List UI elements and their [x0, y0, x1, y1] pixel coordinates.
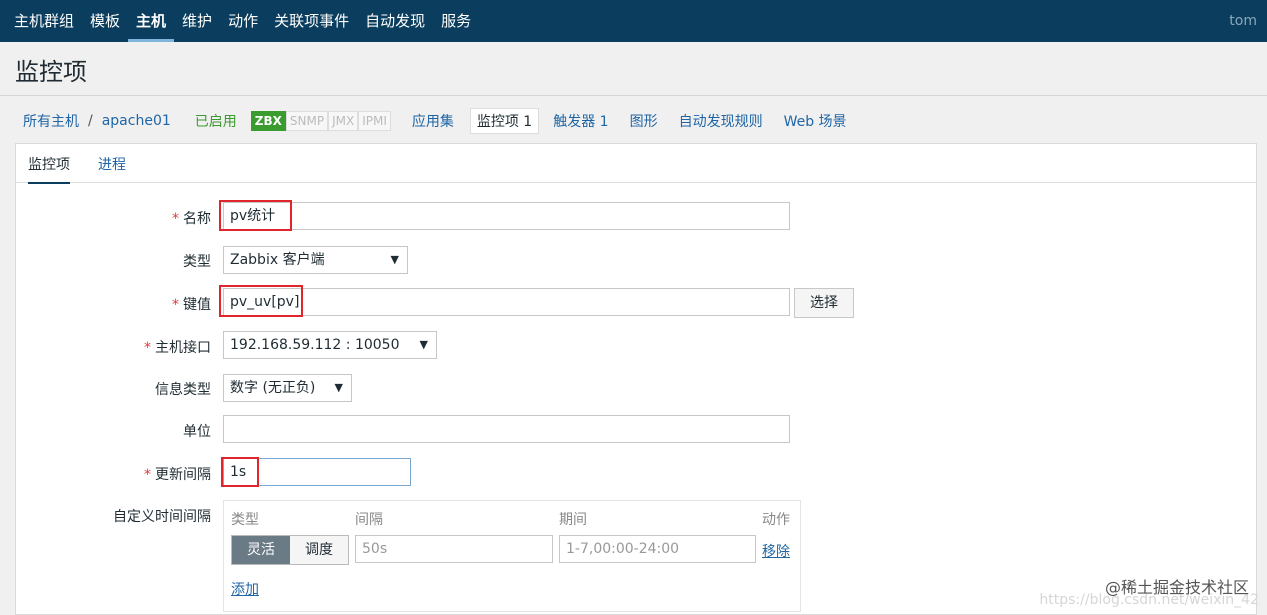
header-interval: 间隔 [355, 512, 383, 528]
highlight-box [221, 457, 259, 487]
interval-label: * 更新间隔 [144, 467, 211, 483]
dropdown-arrow-icon: ▼ [390, 253, 399, 266]
info-type-label: 信息类型 [155, 382, 211, 398]
tab-item[interactable]: 监控项 [28, 154, 70, 184]
add-link[interactable]: 添加 [231, 579, 259, 599]
select-key-button[interactable]: 选择 [794, 288, 854, 318]
key-input[interactable]: pv_uv[pv] [223, 288, 790, 316]
custom-interval-input[interactable]: 50s [355, 535, 553, 563]
custom-intervals-label: 自定义时间间隔 [113, 509, 211, 525]
link-graphs[interactable]: 图形 [630, 111, 658, 131]
highlight-box [219, 200, 292, 231]
link-applications[interactable]: 应用集 [412, 111, 454, 131]
form-tabs: 监控项 进程 [16, 144, 1256, 184]
tab-preprocessing[interactable]: 进程 [98, 154, 126, 174]
scheduling-option[interactable]: 调度 [290, 536, 348, 564]
nav-actions[interactable]: 动作 [220, 0, 266, 42]
link-discovery-rules[interactable]: 自动发现规则 [679, 111, 763, 131]
dropdown-arrow-icon: ▼ [419, 338, 428, 351]
unit-label: 单位 [183, 424, 211, 440]
watermark: @稀土掘金技术社区 [1104, 578, 1249, 597]
item-form-panel: 监控项 进程 * 名称 pv统计 类型 Zabbix 客户端 ▼ * 键值 pv_uv… [15, 143, 1257, 615]
page-title: 监控项 [15, 58, 87, 86]
link-triggers[interactable]: 触发器 1 [553, 111, 608, 131]
flexible-option[interactable]: 灵活 [232, 536, 290, 564]
breadcrumb-separator: / [88, 113, 93, 129]
badge-snmp: SNMP [285, 111, 329, 131]
breadcrumb-all-hosts[interactable]: 所有主机 [23, 111, 79, 131]
user-name[interactable]: tom [1229, 0, 1257, 42]
header-period: 期间 [559, 512, 587, 528]
name-input[interactable]: pv统计 [223, 202, 790, 230]
custom-period-input[interactable]: 1-7,00:00-24:00 [559, 535, 756, 563]
link-items[interactable]: 监控项 1 [469, 108, 540, 134]
header-type: 类型 [231, 512, 259, 528]
unit-input[interactable] [223, 415, 790, 443]
name-label: * 名称 [172, 211, 211, 227]
nav-templates[interactable]: 模板 [82, 0, 128, 42]
interface-label: * 主机接口 [144, 340, 211, 356]
divider [0, 95, 1267, 96]
link-web-scenarios[interactable]: Web 场景 [784, 111, 847, 131]
custom-intervals-table: 类型 间隔 期间 动作 灵活 调度 50s 1-7,00:00-24:00 移除… [223, 500, 801, 612]
header-action: 动作 [762, 512, 790, 528]
availability-badges: ZBX SNMP JMX IPMI [250, 111, 391, 131]
type-select[interactable]: Zabbix 客户端 ▼ [223, 246, 408, 274]
breadcrumb: 所有主机 / apache01 已启用 ZBX SNMP JMX IPMI 应用… [23, 108, 847, 134]
nav-hosts[interactable]: 主机 [128, 0, 175, 42]
dropdown-arrow-icon: ▼ [334, 381, 343, 394]
nav-services[interactable]: 服务 [433, 0, 479, 42]
info-type-select[interactable]: 数字 (无正负) ▼ [223, 374, 352, 402]
badge-jmx: JMX [328, 111, 359, 131]
key-label: * 键值 [172, 297, 211, 313]
interval-type-toggle: 灵活 调度 [231, 535, 349, 565]
badge-ipmi: IPMI [358, 111, 391, 131]
breadcrumb-host[interactable]: apache01 [102, 113, 171, 129]
highlight-box [219, 285, 303, 317]
nav-host-groups[interactable]: 主机群组 [0, 0, 82, 42]
badge-zbx: ZBX [250, 111, 286, 131]
nav-correlation[interactable]: 关联项事件 [266, 0, 357, 42]
nav-maintenance[interactable]: 维护 [174, 0, 220, 42]
remove-link[interactable]: 移除 [762, 541, 790, 561]
nav-discovery[interactable]: 自动发现 [357, 0, 433, 42]
host-status[interactable]: 已启用 [195, 111, 237, 131]
interface-select[interactable]: 192.168.59.112 : 10050 ▼ [223, 331, 437, 359]
top-nav-bar: 主机群组 模板 主机 维护 动作 关联项事件 自动发现 服务 tom [0, 0, 1267, 42]
main-nav: 主机群组 模板 主机 维护 动作 关联项事件 自动发现 服务 [0, 0, 479, 42]
type-label: 类型 [183, 254, 211, 270]
